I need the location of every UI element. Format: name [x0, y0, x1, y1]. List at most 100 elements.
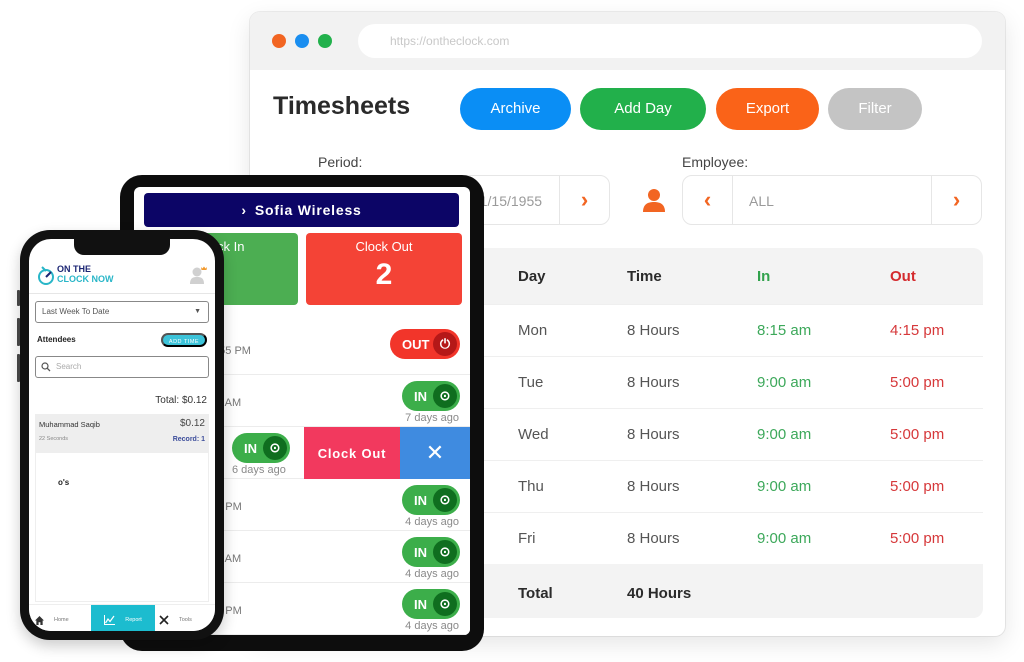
detail-text: o's	[58, 478, 70, 487]
employee-selector[interactable]: ‹ ALL ›	[682, 175, 982, 225]
address-bar[interactable]: https://ontheclock.com	[358, 24, 982, 58]
avatar[interactable]	[189, 265, 207, 285]
cell-out: 5:00 pm	[890, 530, 945, 547]
attendee-amount: $0.12	[179, 418, 205, 429]
status-in-badge[interactable]: IN ⊙	[402, 381, 460, 411]
cell-out: 5:00 pm	[890, 426, 945, 443]
logo-line-2: CLOCK NOW	[57, 274, 114, 284]
nav-home[interactable]: Home	[35, 605, 91, 631]
home-icon	[35, 615, 44, 625]
time-ago: 4 days ago	[405, 620, 459, 632]
total-amount: Total: $0.12	[155, 395, 207, 406]
header-day: Day	[518, 267, 546, 285]
phone-notch	[74, 239, 170, 255]
cell-time: 8 Hours	[627, 374, 680, 391]
attendee-name: Muhammad Saqib	[39, 420, 100, 429]
caret-down-icon: ▼	[194, 308, 201, 315]
window-maximize-dot[interactable]	[318, 34, 332, 48]
archive-button[interactable]: Archive	[460, 88, 571, 130]
status-out-badge[interactable]: OUT ⏻	[390, 329, 460, 359]
chevron-right-icon: ›	[580, 187, 589, 212]
filter-button[interactable]: Filter	[828, 88, 922, 130]
date-range-select[interactable]: Last Week To Date ▼	[35, 301, 209, 323]
person-icon	[643, 189, 665, 212]
attendee-duration: 22 Seconds	[39, 436, 69, 442]
table-row[interactable]: Tue 8 Hours 9:00 am 5:00 pm	[450, 356, 983, 408]
chevron-right-icon: ›	[241, 202, 247, 218]
logout-icon: ⏻	[433, 332, 457, 356]
nav-home-label: Home	[54, 617, 69, 623]
company-header[interactable]: › Sofia Wireless	[144, 193, 459, 227]
login-icon: ⊙	[263, 436, 287, 460]
status-in-badge[interactable]: IN ⊙	[232, 433, 290, 463]
company-name: Sofia Wireless	[254, 202, 362, 218]
table-header: Day Time In Out	[450, 248, 983, 304]
timesheet-table: Day Time In Out Mon 8 Hours 8:15 am 4:15…	[450, 248, 983, 618]
header-in: In	[757, 267, 771, 285]
table-row[interactable]: Fri 8 Hours 9:00 am 5:00 pm	[450, 512, 983, 564]
status-in-badge[interactable]: IN ⊙	[402, 485, 460, 515]
search-icon	[41, 362, 51, 372]
chevron-left-icon: ‹	[703, 187, 712, 212]
cell-in: 9:00 am	[757, 478, 812, 495]
attendee-detail: o's	[35, 452, 209, 602]
login-icon: ⊙	[433, 384, 457, 408]
cell-day: Thu	[518, 478, 544, 495]
cell-out: 5:00 pm	[890, 478, 945, 495]
cell-in: 9:00 am	[757, 530, 812, 547]
close-icon[interactable]: ✕	[400, 427, 470, 479]
total-time: 40 Hours	[627, 584, 692, 602]
employee-label: Employee:	[682, 154, 749, 170]
table-row[interactable]: Mon 8 Hours 8:15 am 4:15 pm	[450, 304, 983, 356]
date-range-value: Last Week To Date	[42, 307, 110, 316]
phone-screen: ON THE CLOCK NOW Last Week To Date ▼ Att…	[29, 239, 215, 631]
export-button[interactable]: Export	[716, 88, 819, 130]
window-close-dot[interactable]	[272, 34, 286, 48]
browser-toolbar: https://ontheclock.com	[250, 12, 1005, 70]
add-day-button[interactable]: Add Day	[580, 88, 706, 130]
login-icon: ⊙	[433, 592, 457, 616]
page-title: Timesheets	[273, 92, 411, 120]
cell-day: Mon	[518, 322, 548, 339]
status-label: IN	[414, 544, 427, 560]
crown-icon	[201, 266, 207, 270]
status-in-badge[interactable]: IN ⊙	[402, 537, 460, 567]
tools-icon	[159, 615, 169, 625]
attendee-row[interactable]: Muhammad Saqib 22 Seconds $0.12 Record: …	[35, 414, 209, 452]
nav-tools[interactable]: Tools	[159, 605, 211, 631]
status-label: IN	[244, 440, 257, 456]
cell-out: 5:00 pm	[890, 374, 945, 391]
chevron-right-icon: ›	[952, 187, 961, 212]
cell-time: 8 Hours	[627, 322, 680, 339]
status-in-badge[interactable]: IN ⊙	[402, 589, 460, 619]
attendee-record: Record: 1	[172, 436, 205, 443]
search-placeholder: Search	[56, 362, 82, 371]
window-minimize-dot[interactable]	[295, 34, 309, 48]
table-row[interactable]: Thu 8 Hours 9:00 am 5:00 pm	[450, 460, 983, 512]
cell-day: Tue	[518, 374, 544, 391]
swipe-clock-out-button[interactable]: Clock Out	[304, 427, 400, 479]
divider	[29, 293, 215, 294]
employee-prev-button[interactable]: ‹	[683, 176, 733, 224]
search-input[interactable]: Search	[35, 356, 209, 378]
cell-in: 9:00 am	[757, 374, 812, 391]
table-row[interactable]: Wed 8 Hours 9:00 am 5:00 pm	[450, 408, 983, 460]
bottom-nav: Home Report Tools	[29, 604, 215, 631]
login-icon: ⊙	[433, 488, 457, 512]
phone-side-button	[17, 290, 20, 306]
logo-line-1: ON THE	[57, 264, 92, 274]
employee-next-button[interactable]: ›	[931, 176, 981, 224]
login-icon: ⊙	[433, 540, 457, 564]
total-label: Total	[518, 584, 553, 602]
employee-value: ALL	[749, 193, 774, 209]
cell-time: 8 Hours	[627, 478, 680, 495]
time-ago: 7 days ago	[405, 412, 459, 424]
status-label: IN	[414, 596, 427, 612]
add-time-button[interactable]: ADD TIME	[161, 333, 207, 347]
period-next-button[interactable]: ›	[559, 176, 609, 224]
cell-day: Fri	[518, 530, 536, 547]
nav-report[interactable]: Report	[91, 605, 155, 631]
header-out: Out	[890, 267, 916, 285]
header-time: Time	[627, 267, 662, 285]
clock-out-card[interactable]: Clock Out 2	[306, 233, 462, 305]
